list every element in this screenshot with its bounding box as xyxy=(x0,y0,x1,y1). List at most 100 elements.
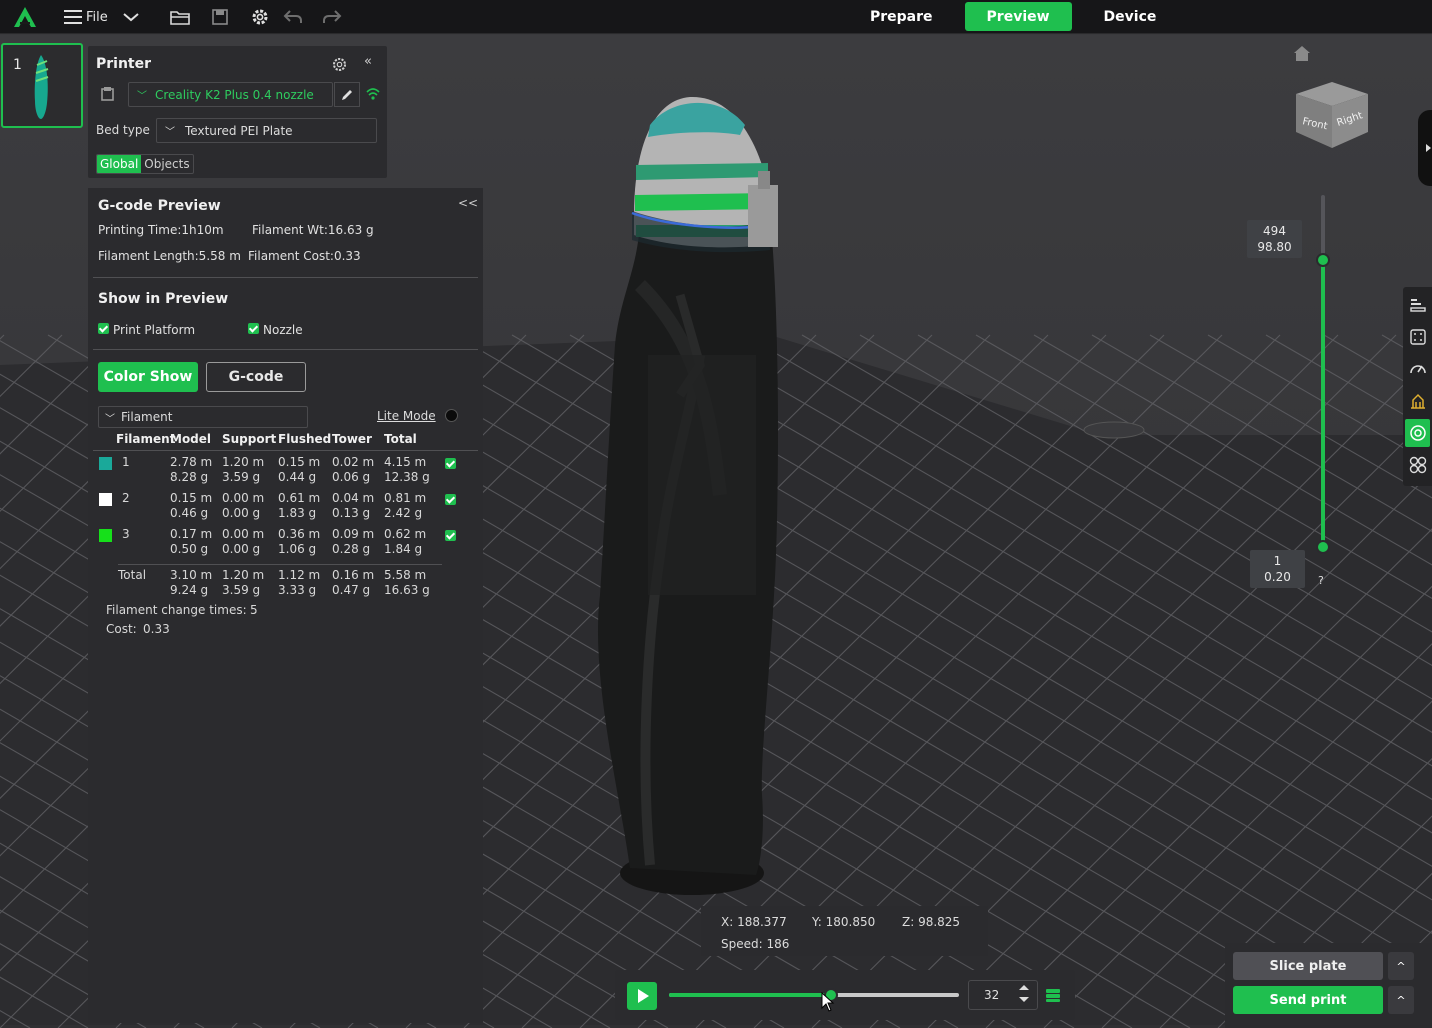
side-panel-toggle[interactable] xyxy=(1418,110,1432,186)
gcode-panel-title: G-code Preview xyxy=(98,198,221,214)
settings-button[interactable] xyxy=(250,5,270,29)
total-model: 3.10 m 9.24 g xyxy=(170,568,212,598)
plate-model-icon xyxy=(34,55,49,119)
scope-global-button[interactable]: Global xyxy=(97,155,142,173)
lite-mode-link[interactable]: Lite Mode xyxy=(377,409,436,423)
plate-number: 1 xyxy=(13,57,22,73)
play-button[interactable] xyxy=(627,982,657,1010)
layer-slider-top-handle[interactable] xyxy=(1316,253,1330,267)
filament-total-weight: 2.42 g xyxy=(384,506,423,520)
print-platform-checkbox[interactable] xyxy=(98,323,109,334)
coord-z: Z: 98.825 xyxy=(902,915,961,929)
nozzle-checkbox[interactable] xyxy=(248,323,259,334)
undo-button[interactable] xyxy=(283,5,303,29)
filament-total-length: 0.62 m xyxy=(384,527,427,541)
open-project-button[interactable] xyxy=(170,5,190,29)
layer-stack-icon[interactable] xyxy=(1044,986,1062,1004)
file-dropdown-button[interactable] xyxy=(122,5,140,29)
wifi-icon[interactable] xyxy=(365,86,381,102)
printer-settings-icon[interactable] xyxy=(331,56,348,73)
send-print-button[interactable]: Send print xyxy=(1233,986,1383,1014)
multi-view-button[interactable] xyxy=(1405,451,1430,479)
total-label: Total xyxy=(118,568,147,582)
cost-value: 0.33 xyxy=(143,622,170,636)
layer-bottom-number: 1 xyxy=(1273,554,1282,568)
filament-flushed-length: 0.36 m xyxy=(278,527,321,541)
gcode-view-button[interactable]: G-code xyxy=(206,362,306,392)
layers-tool-button[interactable] xyxy=(1405,291,1430,319)
layer-top-height: 98.80 xyxy=(1257,240,1292,254)
plate-thumbnail[interactable]: 1 xyxy=(1,43,83,128)
total-total-g: 16.63 g xyxy=(384,583,430,597)
total-model-m: 3.10 m xyxy=(170,568,213,582)
filament-length: Filament Length:5.58 m xyxy=(98,249,241,263)
tab-device[interactable]: Device xyxy=(1082,2,1179,31)
filament-total-length: 4.15 m xyxy=(384,455,427,469)
filament-color-swatch[interactable] xyxy=(99,493,112,506)
total-total: 5.58 m 16.63 g xyxy=(384,568,430,598)
color-show-button[interactable]: Color Show xyxy=(98,362,198,392)
printer-panel: Printer « ﹀ Creality K2 Plus 0.4 nozzle … xyxy=(88,46,387,178)
support-tool-button[interactable] xyxy=(1405,387,1430,415)
file-menu[interactable]: File xyxy=(64,5,108,29)
clover-icon xyxy=(1409,456,1426,474)
navigation-cube[interactable]: Front Right xyxy=(1292,80,1372,152)
filament-support-weight: 3.59 g xyxy=(222,470,261,484)
layer-slider-bottom-handle[interactable] xyxy=(1316,540,1330,554)
bed-type-select[interactable]: ﹀ Textured PEI Plate xyxy=(156,118,377,143)
filament-color-swatch[interactable] xyxy=(99,529,112,542)
plate-tool-button[interactable] xyxy=(1405,323,1430,351)
collapse-gcode-icon[interactable]: << xyxy=(458,196,478,210)
filament-tower-cell: 0.02 m 0.06 g xyxy=(332,455,374,485)
printer-select[interactable]: ﹀ Creality K2 Plus 0.4 nozzle xyxy=(128,82,333,107)
filament-visible-checkbox[interactable] xyxy=(445,494,456,505)
lite-mode-toggle[interactable] xyxy=(445,409,458,422)
view-type-value: Filament xyxy=(121,410,173,424)
file-label: File xyxy=(86,9,108,25)
spin-down-icon[interactable] xyxy=(1019,997,1029,1002)
filament-visible-checkbox[interactable] xyxy=(445,530,456,541)
filament-flushed-cell: 0.36 m 1.06 g xyxy=(278,527,320,557)
print-platform-label: Print Platform xyxy=(113,323,196,337)
total-tower-m: 0.16 m xyxy=(332,568,375,582)
filament-model-cell: 0.15 m 0.46 g xyxy=(170,491,212,521)
speed-tool-button[interactable] xyxy=(1405,355,1430,383)
filament-support-cell: 0.00 m 0.00 g xyxy=(222,527,264,557)
bed-type-label: Bed type xyxy=(96,123,150,137)
divider xyxy=(93,349,478,350)
filament-tower-weight: 0.28 g xyxy=(332,542,371,556)
edit-printer-button[interactable] xyxy=(334,82,360,107)
layer-help-icon[interactable]: ? xyxy=(1318,574,1324,587)
filament-tower-weight: 0.06 g xyxy=(332,470,371,484)
scope-objects-button[interactable]: Objects xyxy=(141,155,192,173)
collapse-printer-icon[interactable]: « xyxy=(364,54,372,69)
chevron-down-icon: ﹀ xyxy=(165,127,175,138)
view-type-select[interactable]: ﹀ Filament xyxy=(98,406,308,428)
folder-icon xyxy=(170,11,190,25)
slice-options-button[interactable]: ^ xyxy=(1388,952,1414,980)
total-support-g: 3.59 g xyxy=(222,583,261,597)
send-options-button[interactable]: ^ xyxy=(1388,986,1414,1014)
filament-view-button[interactable] xyxy=(1405,419,1430,447)
filament-tower-length: 0.04 m xyxy=(332,491,375,505)
tab-preview[interactable]: Preview xyxy=(964,2,1072,31)
filament-flushed-cell: 0.15 m 0.44 g xyxy=(278,455,320,485)
save-button[interactable] xyxy=(212,5,228,29)
creality-logo-icon[interactable] xyxy=(12,5,38,29)
col-filament: Filament xyxy=(116,432,176,446)
col-total: Total xyxy=(384,432,417,446)
slice-plate-button[interactable]: Slice plate xyxy=(1233,952,1383,980)
top-bar: File Prepare Preview Device xyxy=(0,0,1432,34)
move-spinbox[interactable]: 32 xyxy=(968,980,1038,1010)
move-slider-progress xyxy=(669,993,832,997)
tab-prepare[interactable]: Prepare xyxy=(848,2,955,31)
redo-button[interactable] xyxy=(322,5,342,29)
gcode-preview-panel: G-code Preview << Printing Time:1h10m Fi… xyxy=(88,188,483,1023)
filament-tower-cell: 0.09 m 0.28 g xyxy=(332,527,374,557)
filament-visible-checkbox[interactable] xyxy=(445,458,456,469)
home-icon[interactable] xyxy=(1292,44,1312,62)
filament-color-swatch[interactable] xyxy=(99,457,112,470)
spin-up-icon[interactable] xyxy=(1019,985,1029,990)
filament-model-length: 0.15 m xyxy=(170,491,213,505)
filament-support-cell: 1.20 m 3.59 g xyxy=(222,455,264,485)
